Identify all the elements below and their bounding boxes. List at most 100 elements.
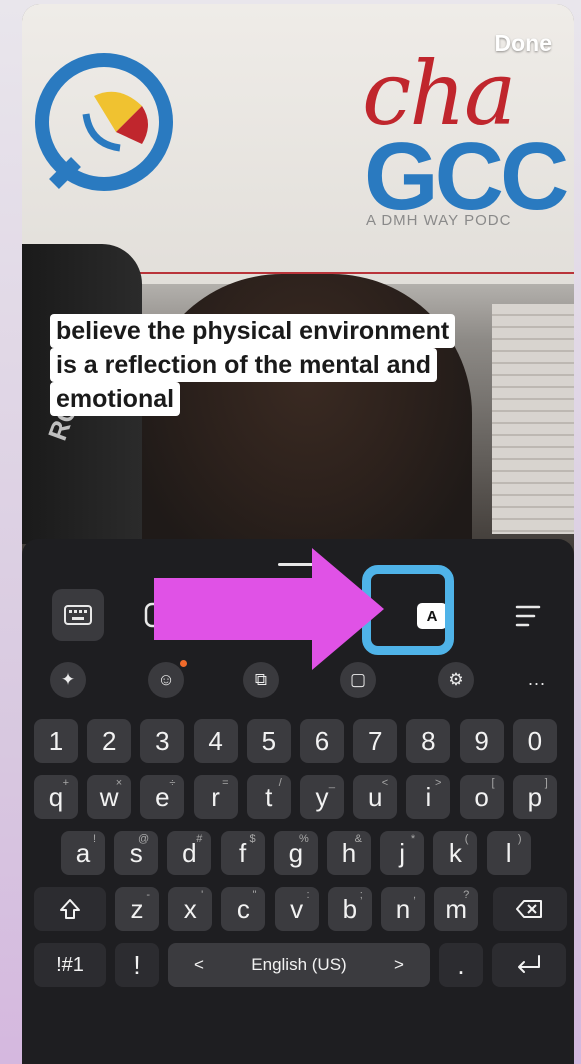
key-label: f <box>238 837 247 868</box>
key-secondary-label: , <box>412 889 416 901</box>
key-letter[interactable]: a! <box>61 831 105 875</box>
caption-line: emotional <box>50 382 181 416</box>
key-letter[interactable]: k( <box>433 831 478 875</box>
more-options-button[interactable]: ... <box>528 669 546 690</box>
key-number[interactable]: 1 <box>34 719 78 763</box>
key-letter[interactable]: n, <box>381 887 425 931</box>
key-label: 4 <box>208 725 223 756</box>
language-arrow: < <box>194 955 204 974</box>
key-secondary-label: & <box>354 833 362 845</box>
key-secondary-label: ' <box>201 889 204 901</box>
key-number[interactable]: 6 <box>300 719 344 763</box>
key-number[interactable]: 0 <box>512 719 557 763</box>
caption-text-box[interactable]: believe the physical environment is a re… <box>50 314 550 416</box>
key-secondary-label: ; <box>359 889 363 901</box>
key-number[interactable]: 5 <box>246 719 291 763</box>
key-label: !#1 <box>56 953 84 976</box>
ai-sparkle-button[interactable]: ✦ <box>50 662 86 698</box>
key-number[interactable]: 2 <box>87 719 132 763</box>
caption-line: is a reflection of the mental and <box>50 348 438 382</box>
key-label: q <box>48 781 64 812</box>
backspace-key[interactable] <box>493 887 568 931</box>
key-label: l <box>505 837 512 868</box>
key-secondary-label: ? <box>463 889 470 901</box>
enter-key[interactable] <box>492 943 566 987</box>
key-letter[interactable]: v: <box>274 887 319 931</box>
key-letter[interactable]: q + <box>34 775 78 819</box>
key-label: i <box>425 781 432 812</box>
video-preview[interactable]: cha GCC A DMH WAY PODC RODE Done believe… <box>22 4 574 574</box>
key-secondary-label: ) <box>517 833 522 845</box>
alignment-button[interactable] <box>506 594 550 638</box>
key-number[interactable]: 3 <box>140 719 185 763</box>
key-secondary-label: / <box>278 777 282 789</box>
key-label: c <box>236 893 250 924</box>
key-label: n <box>395 893 411 924</box>
key-secondary-label: : <box>306 889 310 901</box>
key-letter[interactable]: u < <box>353 775 398 819</box>
key-secondary-label: _ <box>328 777 335 789</box>
shift-key[interactable] <box>34 887 106 931</box>
key-letter[interactable]: i > <box>406 775 451 819</box>
key-label: r <box>211 781 220 812</box>
key-secondary-label: = <box>222 777 229 789</box>
key-letter[interactable]: p] <box>512 775 557 819</box>
key-letter[interactable]: t / <box>246 775 291 819</box>
backspace-icon <box>516 900 543 918</box>
key-secondary-label: ! <box>92 833 96 845</box>
key-letter[interactable]: f $ <box>220 831 265 875</box>
key-letter[interactable]: c " <box>221 887 266 931</box>
key-letter[interactable]: w × <box>87 775 132 819</box>
language-label: English (US) <box>251 955 347 974</box>
key-letter[interactable]: s @ <box>114 831 159 875</box>
key-label: x <box>183 893 197 924</box>
key-letter[interactable]: b; <box>327 887 372 931</box>
clipboard-icon: ▢ <box>349 670 367 689</box>
key-secondary-label: " <box>252 889 257 901</box>
caption-line: believe the physical environment <box>50 314 456 348</box>
key-secondary-label: # <box>196 833 203 845</box>
key-letter[interactable]: l) <box>486 831 531 875</box>
symbols-key[interactable]: !#1 <box>34 943 106 987</box>
key-letter[interactable]: j * <box>380 831 425 875</box>
exclamation-key[interactable]: ! <box>115 943 159 987</box>
key-label: d <box>182 837 197 868</box>
key-label: 2 <box>101 725 117 756</box>
key-letter[interactable]: g% <box>273 831 318 875</box>
key-letter[interactable]: e ÷ <box>140 775 185 819</box>
key-letter[interactable]: x ' <box>168 887 213 931</box>
key-letter[interactable]: m? <box>434 887 479 931</box>
key-letter[interactable]: z- <box>115 887 159 931</box>
key-label: t <box>265 781 273 812</box>
keyboard-icon <box>64 605 92 625</box>
key-secondary-label: > <box>434 777 442 789</box>
key-secondary-label: * <box>410 833 416 845</box>
story-editor: cha GCC A DMH WAY PODC RODE Done believe… <box>22 4 574 1064</box>
key-label: u <box>367 781 383 812</box>
key-number[interactable]: 8 <box>406 719 451 763</box>
period-key[interactable]: . <box>439 943 483 987</box>
key-letter[interactable]: r = <box>193 775 238 819</box>
align-icon <box>515 605 541 627</box>
key-letter[interactable]: h & <box>327 831 371 875</box>
key-label: v <box>290 893 304 924</box>
key-label: o <box>474 781 489 812</box>
key-secondary-label: × <box>115 777 123 789</box>
key-secondary-label: $ <box>249 833 256 845</box>
key-letter[interactable]: o[ <box>459 775 504 819</box>
key-number[interactable]: 4 <box>193 719 238 763</box>
brand-subtitle: A DMH WAY PODC <box>366 212 512 229</box>
key-secondary-label: % <box>299 833 309 845</box>
key-label: e <box>155 781 170 812</box>
key-number[interactable]: 9 <box>459 719 504 763</box>
keyboard-toggle-button[interactable] <box>52 589 104 641</box>
key-letter[interactable]: y _ <box>300 775 344 819</box>
key-secondary-label: ( <box>464 833 469 845</box>
settings-button[interactable]: ⚙ <box>438 662 474 698</box>
key-label: 0 <box>527 725 543 756</box>
key-number[interactable]: 7 <box>353 719 398 763</box>
emoji-icon: ☺ <box>157 670 175 689</box>
key-letter[interactable]: d # <box>167 831 212 875</box>
done-button[interactable]: Done <box>495 30 553 57</box>
space-bar[interactable]: < English (US) > <box>168 943 430 987</box>
